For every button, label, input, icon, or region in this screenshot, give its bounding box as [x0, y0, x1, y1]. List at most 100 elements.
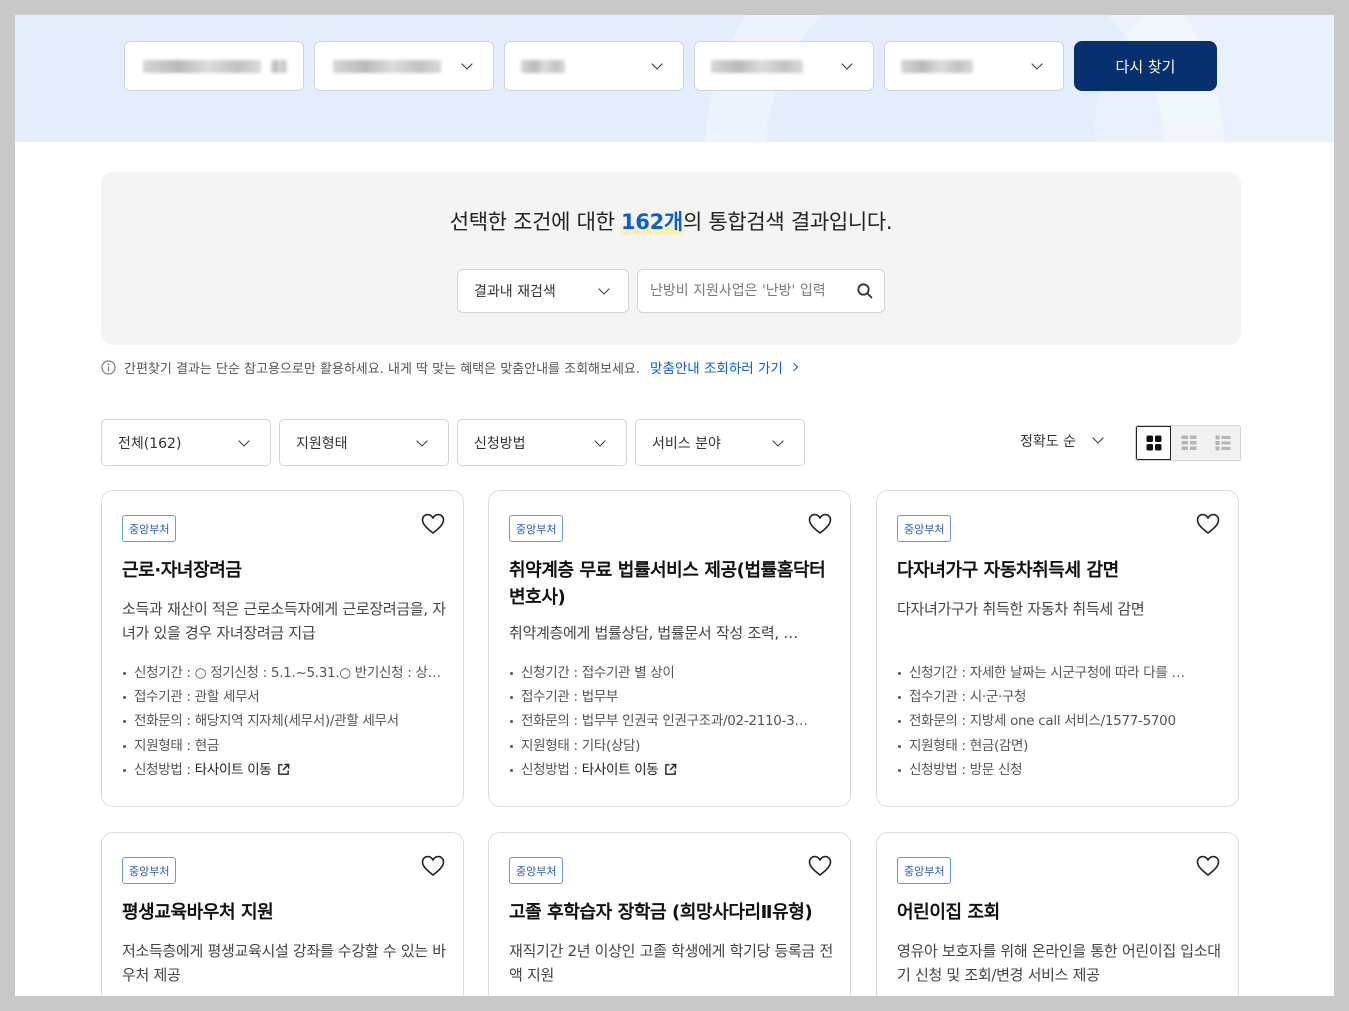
heart-icon[interactable]: [1196, 513, 1220, 535]
meta-apply-method: 신청방법 : 타사이트 이동: [509, 758, 839, 782]
external-link-icon: [665, 763, 677, 775]
meta-phone: 전화문의 : 지방세 one call 서비스/1577-5700: [897, 709, 1227, 733]
agency-badge: 중앙부처: [509, 515, 564, 542]
filter-support-type[interactable]: 지원형태: [279, 419, 449, 466]
custom-guide-link[interactable]: 맞춤안내 조회하러 가기: [650, 357, 799, 377]
notice-text: 간편찾기 결과는 단순 참고용으로만 활용하세요. 내게 딱 맞는 혜택은 맞춤…: [124, 361, 641, 377]
card-description: 저소득층에게 평생교육시설 강좌를 수강할 수 있는 바우처 제공: [122, 942, 446, 984]
chevron-right-icon: [789, 362, 799, 372]
top-filter-select-5[interactable]: [884, 41, 1064, 91]
info-icon: [101, 359, 116, 375]
chevron-down-icon: [772, 435, 784, 447]
redacted-value: [143, 60, 261, 73]
agency-badge: 중앙부처: [509, 857, 564, 884]
card-description: 재직기간 2년 이상인 고졸 학생에게 학기당 등록금 전액 지원: [509, 942, 834, 984]
view-mode-toggle: [1135, 425, 1241, 461]
filter-service-field[interactable]: 서비스 분야: [635, 419, 805, 466]
meta-period: 신청기간 : 자세한 날짜는 시군구청에 따라 다를 수 있습니다.: [897, 661, 1197, 685]
card-title: 근로·자녀장려금: [122, 560, 242, 581]
filter-all[interactable]: 전체(162): [101, 419, 271, 466]
meta-phone: 전화문의 : 해당지역 지자체(세무서)/관할 세무서: [122, 709, 452, 733]
redacted-value: [333, 60, 441, 73]
meta-support-type: 지원형태 : 기타(상담): [509, 734, 839, 758]
chevron-down-icon: [594, 435, 606, 447]
card-title: 고졸 후학습자 장학금 (희망사다리Ⅱ유형): [509, 902, 813, 923]
agency-badge: 중앙부처: [897, 515, 952, 542]
redacted-value: [521, 60, 565, 73]
card-description: 다자녀가구가 취득한 자동차 취득세 감면: [897, 600, 1145, 618]
page: 다시 찾기 선택한 조건에 대한 162개의 통합검색 결과입니다. 결과내 재…: [15, 15, 1334, 996]
sort-select[interactable]: 정확도 순: [1020, 431, 1104, 451]
meta-support-type: 지원형태 : 현금(감면): [897, 734, 1227, 758]
card-description: 영유아 보호자를 위해 온라인을 통한 어린이집 입소대기 신청 및 조회/변경…: [897, 942, 1221, 984]
grid-icon: [1146, 435, 1162, 451]
card-description: 소득과 재산이 적은 근로소득자에게 근로장려금을, 자녀가 있을 경우 자녀장…: [122, 600, 446, 642]
card-title: 평생교육바우처 지원: [122, 902, 274, 923]
meta-support-type: 지원형태 : 현금: [122, 734, 452, 758]
service-card[interactable]: 중앙부처 다자녀가구 자동차취득세 감면 다자녀가구가 취득한 자동차 취득세 …: [876, 490, 1239, 807]
external-site-link[interactable]: 타사이트 이동: [195, 762, 272, 778]
chevron-down-icon: [461, 58, 473, 70]
result-count: 162개: [621, 210, 683, 234]
meta-phone: 전화문의 : 법무부 인권국 인권구조과/02-2110-3000: [509, 709, 809, 733]
tile-view-button[interactable]: [1171, 426, 1206, 460]
result-summary: 선택한 조건에 대한 162개의 통합검색 결과입니다. 결과내 재검색: [101, 172, 1241, 345]
meta-period: 신청기간 : 접수기관 별 상이: [509, 661, 839, 685]
meta-office: 접수기관 : 관할 세무서: [122, 685, 452, 709]
service-card[interactable]: 중앙부처 고졸 후학습자 장학금 (희망사다리Ⅱ유형) 재직기간 2년 이상인 …: [488, 832, 851, 996]
heart-icon[interactable]: [808, 855, 832, 877]
service-card[interactable]: 중앙부처 취약계층 무료 법률서비스 제공(법률홈닥터 변호사) 취약계층에게 …: [488, 490, 851, 807]
agency-badge: 중앙부처: [122, 857, 177, 884]
notice: 간편찾기 결과는 단순 참고용으로만 활용하세요. 내게 딱 맞는 혜택은 맞춤…: [101, 357, 799, 377]
card-title: 다자녀가구 자동차취득세 감면: [897, 560, 1119, 581]
card-title: 어린이집 조회: [897, 902, 1000, 923]
service-card[interactable]: 중앙부처 근로·자녀장려금 소득과 재산이 적은 근로소득자에게 근로장려금을,…: [101, 490, 464, 807]
refine-search-box: [637, 269, 885, 313]
refine-scope-select[interactable]: 결과내 재검색: [457, 269, 629, 313]
top-filter-select-1[interactable]: [124, 41, 304, 91]
chevron-down-icon: [1031, 58, 1043, 70]
external-link-icon: [278, 763, 290, 775]
chevron-down-icon: [841, 58, 853, 70]
chevron-down-icon: [598, 283, 610, 295]
meta-office: 접수기관 : 시·군·구청: [897, 685, 1227, 709]
chevron-down-icon: [416, 435, 428, 447]
redacted-value: [271, 60, 287, 73]
heart-icon[interactable]: [808, 513, 832, 535]
tile-list-icon: [1181, 435, 1196, 450]
agency-badge: 중앙부처: [122, 515, 177, 542]
redacted-value: [901, 60, 973, 73]
redacted-value: [711, 60, 803, 73]
search-again-button[interactable]: 다시 찾기: [1074, 41, 1217, 91]
card-meta-list: 신청기간 : ○ 정기신청 : 5.1.~5.31.○ 반기신청 : 상반기분 …: [122, 661, 452, 782]
top-filter-select-3[interactable]: [504, 41, 684, 91]
chevron-down-icon: [1092, 432, 1104, 444]
filter-apply-method[interactable]: 신청방법: [457, 419, 627, 466]
card-title: 취약계층 무료 법률서비스 제공(법률홈닥터 변호사): [509, 560, 826, 608]
meta-apply-method: 신청방법 : 방문 신청: [897, 758, 1227, 782]
list-view-button[interactable]: [1205, 426, 1240, 460]
top-filter-select-2[interactable]: [314, 41, 494, 91]
top-search-band: 다시 찾기: [15, 15, 1334, 142]
heart-icon[interactable]: [421, 855, 445, 877]
result-summary-text: 선택한 조건에 대한 162개의 통합검색 결과입니다.: [449, 210, 893, 234]
chevron-down-icon: [651, 58, 663, 70]
top-filter-select-4[interactable]: [694, 41, 874, 91]
card-description: 취약계층에게 법률상담, 법률문서 작성 조력, 소송구조 연계 등 법률서비스…: [509, 624, 809, 642]
heart-icon[interactable]: [1196, 855, 1220, 877]
meta-period: 신청기간 : ○ 정기신청 : 5.1.~5.31.○ 반기신청 : 상반기분 …: [122, 661, 452, 685]
external-site-link[interactable]: 타사이트 이동: [582, 762, 659, 778]
card-meta-list: 신청기간 : 접수기관 별 상이 접수기관 : 법무부 전화문의 : 법무부 인…: [509, 661, 839, 782]
list-icon: [1215, 435, 1231, 451]
service-card[interactable]: 중앙부처 어린이집 조회 영유아 보호자를 위해 온라인을 통한 어린이집 입소…: [876, 832, 1239, 996]
refine-search-input[interactable]: [638, 270, 848, 312]
service-card[interactable]: 중앙부처 평생교육바우처 지원 저소득층에게 평생교육시설 강좌를 수강할 수 …: [101, 832, 464, 996]
agency-badge: 중앙부처: [897, 857, 952, 884]
meta-office: 접수기관 : 법무부: [509, 685, 839, 709]
meta-apply-method: 신청방법 : 타사이트 이동: [122, 758, 452, 782]
card-meta-list: 신청기간 : 자세한 날짜는 시군구청에 따라 다를 수 있습니다. 접수기관 …: [897, 661, 1227, 782]
chevron-down-icon: [238, 435, 250, 447]
search-icon[interactable]: [856, 282, 874, 300]
heart-icon[interactable]: [421, 513, 445, 535]
grid-view-button[interactable]: [1136, 426, 1172, 460]
